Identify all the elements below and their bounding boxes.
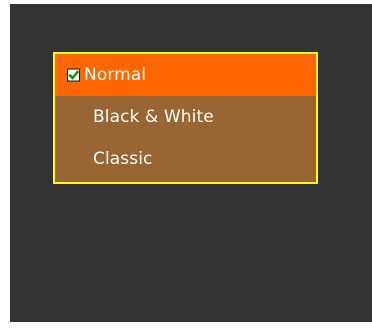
menu-item-normal[interactable]: Normal	[55, 54, 316, 96]
color-mode-menu: Normal Black & White Classic	[53, 52, 318, 184]
menu-item-label: Normal	[84, 65, 147, 85]
checkbox-checked-icon	[67, 68, 80, 82]
menu-item-label: Classic	[93, 149, 153, 169]
menu-item-black-white[interactable]: Black & White	[55, 96, 316, 138]
menu-item-label: Black & White	[93, 107, 214, 127]
screen-background: Normal Black & White Classic	[10, 4, 372, 322]
menu-item-classic[interactable]: Classic	[55, 138, 316, 180]
